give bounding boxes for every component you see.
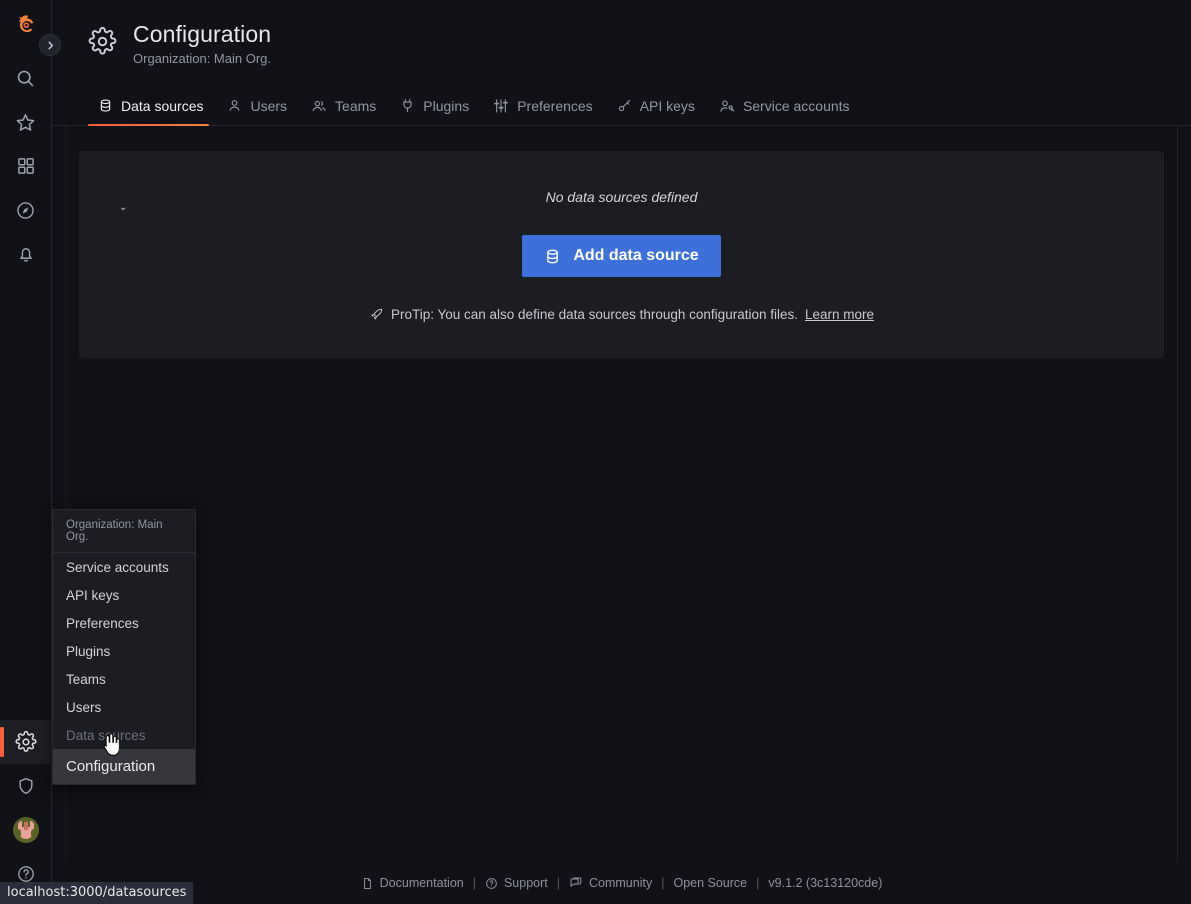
- empty-state-card: No data sources defined Add data source: [79, 151, 1164, 358]
- key-icon: [617, 98, 632, 113]
- protip-text: ProTip: You can also define data sources…: [391, 307, 798, 322]
- footer-separator: |: [557, 876, 560, 890]
- learn-more-link[interactable]: Learn more: [805, 307, 874, 322]
- avatar[interactable]: [0, 808, 52, 852]
- flyout-header: Organization: Main Org.: [53, 510, 195, 553]
- gear-icon: [88, 27, 117, 61]
- question-circle-icon: [485, 877, 498, 890]
- flyout-item-api-keys[interactable]: API keys: [53, 581, 195, 609]
- tab-label: API keys: [640, 98, 695, 114]
- tab-bar: Data sources Users Teams: [52, 88, 1191, 126]
- flyout-item-users[interactable]: Users: [53, 693, 195, 721]
- user-icon: [227, 98, 242, 113]
- flyout-item-teams[interactable]: Teams: [53, 665, 195, 693]
- bell-icon[interactable]: [0, 232, 52, 276]
- tab-label: Preferences: [517, 98, 592, 114]
- add-data-source-label: Add data source: [573, 247, 698, 265]
- tab-plugins[interactable]: Plugins: [390, 88, 483, 125]
- tab-label: Teams: [335, 98, 376, 114]
- protip: ProTip: You can also define data sources…: [99, 307, 1144, 322]
- rocket-icon: [369, 307, 384, 322]
- configuration-flyout-menu: Organization: Main Org. Service accounts…: [52, 509, 196, 785]
- doc-icon: [361, 877, 374, 890]
- footer: Documentation | Support | Community | Op: [52, 862, 1191, 904]
- content-area: No data sources defined Add data source: [52, 126, 1191, 862]
- sidebar-item-configuration[interactable]: [0, 720, 52, 764]
- page: Configuration Organization: Main Org. Da…: [52, 0, 1191, 904]
- shield-icon[interactable]: [0, 764, 52, 808]
- tab-teams[interactable]: Teams: [301, 88, 390, 125]
- sliders-icon: [493, 98, 509, 114]
- content-inner: No data sources defined Add data source: [65, 126, 1178, 862]
- tab-label: Users: [250, 98, 287, 114]
- sidebar-nav-rail: [0, 0, 52, 904]
- tab-api-keys[interactable]: API keys: [607, 88, 709, 125]
- tab-preferences[interactable]: Preferences: [483, 88, 606, 125]
- tab-label: Data sources: [121, 98, 203, 114]
- flyout-item-service-accounts[interactable]: Service accounts: [53, 553, 195, 581]
- expand-sidebar-button[interactable]: [39, 34, 61, 56]
- footer-version[interactable]: v9.1.2 (3c13120cde): [768, 876, 882, 890]
- add-data-source-button[interactable]: Add data source: [522, 235, 720, 277]
- footer-link-support[interactable]: Support: [485, 876, 548, 890]
- flyout-item-preferences[interactable]: Preferences: [53, 609, 195, 637]
- star-icon[interactable]: [0, 100, 52, 144]
- footer-label: Documentation: [380, 876, 464, 890]
- footer-label: v9.1.2 (3c13120cde): [768, 876, 882, 890]
- search-icon[interactable]: [0, 56, 52, 100]
- footer-separator: |: [756, 876, 759, 890]
- footer-label: Support: [504, 876, 548, 890]
- compass-icon[interactable]: [0, 188, 52, 232]
- plug-icon: [400, 98, 415, 113]
- user-key-icon: [719, 98, 735, 114]
- page-header: Configuration Organization: Main Org.: [52, 0, 1191, 88]
- page-title: Configuration: [133, 20, 271, 48]
- tab-service-accounts[interactable]: Service accounts: [709, 88, 864, 125]
- database-icon: [98, 98, 113, 113]
- dashboards-icon[interactable]: [0, 144, 52, 188]
- empty-state-title: No data sources defined: [99, 189, 1144, 205]
- status-bar-url: localhost:3000/datasources: [0, 882, 193, 904]
- tab-label: Plugins: [423, 98, 469, 114]
- tab-label: Service accounts: [743, 98, 850, 114]
- page-subtitle: Organization: Main Org.: [133, 51, 271, 66]
- flyout-item-data-sources[interactable]: Data sources: [53, 721, 195, 749]
- tab-data-sources[interactable]: Data sources: [88, 88, 217, 125]
- footer-separator: |: [661, 876, 664, 890]
- footer-separator: |: [473, 876, 476, 890]
- flyout-item-configuration[interactable]: Configuration: [53, 749, 195, 784]
- footer-link-community[interactable]: Community: [569, 876, 652, 890]
- footer-link-open-source[interactable]: Open Source: [673, 876, 747, 890]
- flyout-item-plugins[interactable]: Plugins: [53, 637, 195, 665]
- footer-label: Open Source: [673, 876, 747, 890]
- chevron-down-icon: ⌄: [119, 203, 127, 213]
- footer-label: Community: [589, 876, 652, 890]
- footer-link-documentation[interactable]: Documentation: [361, 876, 464, 890]
- page-title-group: Configuration Organization: Main Org.: [133, 20, 271, 66]
- comment-icon: [569, 876, 583, 890]
- users-icon: [311, 98, 327, 114]
- tab-users[interactable]: Users: [217, 88, 301, 125]
- database-icon: [544, 248, 561, 265]
